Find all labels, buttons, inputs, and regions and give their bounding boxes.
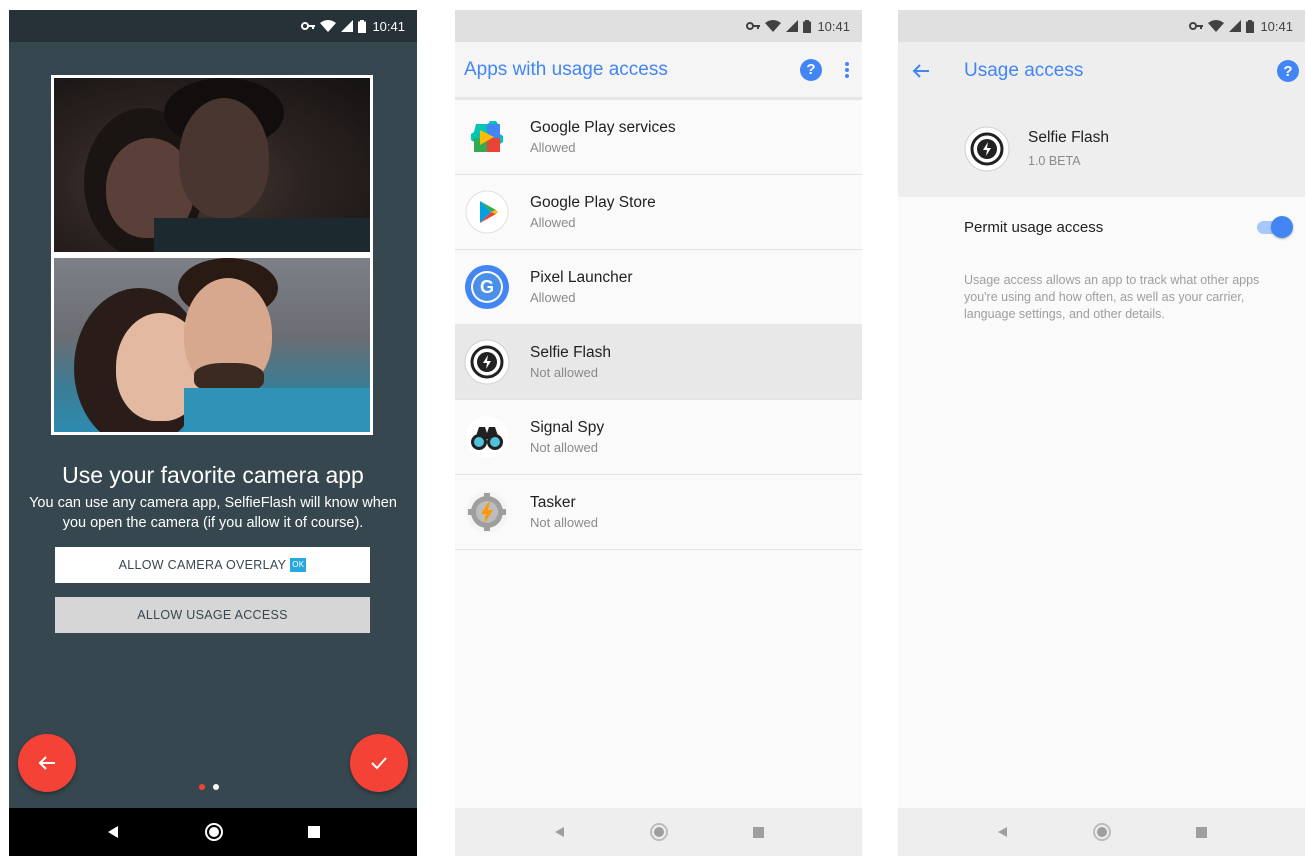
back-nav-icon[interactable] bbox=[996, 826, 1008, 838]
app-row-selfie-flash[interactable]: Selfie Flash Not allowed bbox=[455, 325, 862, 400]
page-dot-active bbox=[213, 784, 219, 790]
app-bar: Apps with usage access ? bbox=[455, 42, 862, 100]
app-name: Tasker bbox=[530, 494, 576, 511]
vpn-key-icon bbox=[1189, 22, 1204, 30]
page-title: Apps with usage access bbox=[464, 58, 668, 80]
app-name: Google Play services bbox=[530, 119, 676, 136]
vpn-key-icon bbox=[301, 22, 316, 30]
signal-icon bbox=[341, 20, 354, 32]
recents-nav-icon[interactable] bbox=[753, 826, 765, 838]
pixel-launcher-icon: G bbox=[464, 264, 510, 310]
navigation-bar bbox=[9, 808, 417, 856]
signal-icon bbox=[786, 20, 799, 32]
allow-usage-access-button[interactable]: ALLOW USAGE ACCESS bbox=[55, 597, 370, 633]
photo-detail bbox=[154, 218, 370, 252]
photo-detail bbox=[184, 388, 370, 432]
apps-usage-access-screen: 10:41 Apps with usage access ? Google Pl… bbox=[455, 10, 862, 856]
home-nav-icon[interactable] bbox=[649, 823, 668, 841]
app-row-google-play-services[interactable]: Google Play services Allowed bbox=[455, 100, 862, 175]
permit-usage-access-toggle[interactable] bbox=[1257, 216, 1293, 238]
permit-usage-access-row[interactable]: Permit usage access bbox=[964, 210, 1293, 244]
navigation-bar bbox=[455, 808, 862, 856]
wifi-icon bbox=[320, 20, 337, 32]
app-name: Selfie Flash bbox=[530, 344, 611, 361]
back-nav-icon[interactable] bbox=[553, 826, 565, 838]
selfie-flash-icon bbox=[464, 339, 510, 385]
done-button[interactable] bbox=[350, 734, 408, 792]
app-row-pixel-launcher[interactable]: G Pixel Launcher Allowed bbox=[455, 250, 862, 325]
vpn-key-icon bbox=[746, 22, 761, 30]
status-bar: 10:41 bbox=[898, 10, 1305, 42]
app-status: Not allowed bbox=[530, 515, 598, 530]
recents-nav-icon[interactable] bbox=[1196, 826, 1208, 838]
signal-spy-icon bbox=[464, 414, 510, 460]
app-name: Signal Spy bbox=[530, 419, 605, 436]
dark-selfie-photo bbox=[51, 75, 373, 255]
battery-icon bbox=[803, 19, 812, 33]
app-status: Not allowed bbox=[530, 365, 598, 380]
toggle-thumb bbox=[1271, 216, 1293, 238]
wifi-icon bbox=[1208, 20, 1225, 32]
status-bar: 10:41 bbox=[455, 10, 862, 42]
arrow-left-icon bbox=[38, 756, 55, 770]
onboarding-screen: 10:41 Use your favorite camera app You c… bbox=[9, 10, 417, 856]
app-row-google-play-store[interactable]: Google Play Store Allowed bbox=[455, 175, 862, 250]
app-header: Selfie Flash 1.0 BETA bbox=[898, 100, 1305, 197]
help-icon[interactable]: ? bbox=[800, 58, 822, 81]
app-list: Google Play services Allowed Google Play… bbox=[455, 100, 862, 550]
usage-access-description: Usage access allows an app to track what… bbox=[964, 273, 1260, 321]
onboarding-description: You can use any camera app, SelfieFlash … bbox=[29, 495, 397, 531]
app-name: Selfie Flash bbox=[1028, 129, 1109, 146]
help-icon[interactable]: ? bbox=[1277, 60, 1299, 82]
signal-icon bbox=[1229, 20, 1242, 32]
svg-text:G: G bbox=[480, 277, 494, 297]
battery-icon bbox=[1246, 19, 1255, 33]
ok-badge: OK bbox=[290, 558, 307, 572]
allow-camera-overlay-button[interactable]: ALLOW CAMERA OVERLAY OK bbox=[55, 547, 370, 583]
app-status: Allowed bbox=[530, 140, 576, 155]
recents-nav-icon[interactable] bbox=[307, 826, 320, 838]
selfie-flash-icon bbox=[964, 126, 1010, 172]
photo-detail bbox=[179, 98, 269, 218]
previous-button[interactable] bbox=[18, 734, 76, 792]
onboarding-title: Use your favorite camera app bbox=[62, 462, 364, 488]
page-indicator bbox=[199, 784, 219, 790]
status-time: 10:41 bbox=[817, 18, 850, 34]
app-name: Google Play Store bbox=[530, 194, 656, 211]
google-play-services-icon bbox=[464, 114, 510, 160]
usage-access-detail-screen: 10:41 Usage access ? Selfie Flash 1.0 BE… bbox=[898, 10, 1305, 856]
app-status: Allowed bbox=[530, 215, 576, 230]
home-nav-icon[interactable] bbox=[204, 823, 223, 841]
permit-usage-access-label: Permit usage access bbox=[964, 218, 1104, 236]
battery-icon bbox=[358, 19, 367, 33]
navigation-bar bbox=[898, 808, 1305, 856]
checkmark-icon bbox=[371, 757, 387, 770]
app-row-tasker[interactable]: Tasker Not allowed bbox=[455, 475, 862, 550]
allow-usage-access-label: ALLOW USAGE ACCESS bbox=[137, 608, 288, 622]
page-title: Usage access bbox=[964, 60, 1084, 81]
allow-camera-overlay-label: ALLOW CAMERA OVERLAY bbox=[118, 558, 287, 572]
app-status: Allowed bbox=[530, 290, 576, 305]
status-bar: 10:41 bbox=[9, 10, 417, 42]
flash-selfie-photo bbox=[51, 255, 373, 435]
wifi-icon bbox=[765, 20, 782, 32]
back-nav-icon[interactable] bbox=[106, 825, 120, 839]
app-status: Not allowed bbox=[530, 440, 598, 455]
app-name: Pixel Launcher bbox=[530, 269, 633, 286]
app-bar: Usage access ? bbox=[898, 42, 1305, 100]
more-options-icon[interactable] bbox=[844, 61, 850, 79]
app-version: 1.0 BETA bbox=[1028, 154, 1081, 168]
arrow-left-icon[interactable] bbox=[910, 63, 932, 79]
home-nav-icon[interactable] bbox=[1092, 823, 1111, 841]
tasker-icon bbox=[464, 489, 510, 535]
status-time: 10:41 bbox=[372, 18, 405, 34]
status-time: 10:41 bbox=[1260, 18, 1293, 34]
app-row-signal-spy[interactable]: Signal Spy Not allowed bbox=[455, 400, 862, 475]
page-dot-inactive bbox=[199, 784, 205, 790]
google-play-store-icon bbox=[464, 189, 510, 235]
